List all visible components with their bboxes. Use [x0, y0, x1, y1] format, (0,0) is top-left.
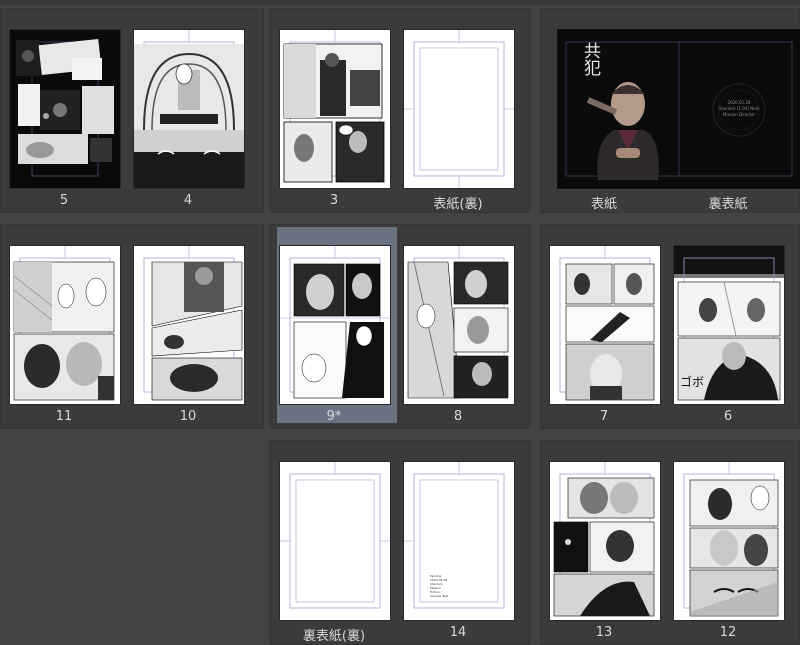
page-thumbnail-back-cover-inside[interactable] — [279, 461, 391, 621]
cover-title: 共犯 — [580, 42, 600, 76]
page-thumbnail-9[interactable] — [279, 245, 391, 405]
page-label: 裏表紙(裏) — [302, 629, 366, 644]
page-thumbnail-6[interactable]: ゴボ — [673, 245, 785, 405]
page-label: 11 — [55, 409, 73, 424]
spread-cover[interactable]: 共犯 2020.02.28 Sherlock (1.00) Nem Missio… — [540, 8, 800, 213]
colophon: Fanzine 2020.02.28 Sherlock Mission Fict… — [430, 574, 449, 598]
page-label: 14 — [449, 625, 467, 640]
page-thumbnail-8[interactable] — [403, 245, 515, 405]
spread-13-12[interactable]: 13 12 — [540, 440, 800, 645]
page-thumbnail-12[interactable] — [673, 461, 785, 621]
page-label: 4 — [183, 193, 193, 208]
page-thumbnail-3[interactable] — [279, 29, 391, 189]
page-thumbnail-7[interactable] — [549, 245, 661, 405]
page-label: 6 — [723, 409, 733, 424]
page-thumbnail-11[interactable] — [9, 245, 121, 405]
page-label: 表紙 — [590, 197, 617, 212]
page-thumbnail-5[interactable] — [9, 29, 121, 189]
page-label: 9* — [326, 409, 342, 424]
page-thumbnail-14[interactable]: Fanzine 2020.02.28 Sherlock Mission Fict… — [403, 461, 515, 621]
spread-5-4[interactable]: 5 4 — [0, 8, 264, 213]
page-label: 13 — [595, 625, 613, 640]
spread-3-cover-inside[interactable]: 3 表紙(裏) — [270, 8, 530, 213]
spread-11-10[interactable]: 11 10 — [0, 224, 264, 429]
sfx-glyph: ゴボ — [680, 374, 704, 389]
page-label: 表紙(裏) — [433, 197, 483, 212]
back-cover-text: 2020.02.28 Sherlock (1.00) Nem Mission D… — [718, 100, 760, 117]
page-label: 10 — [179, 409, 197, 424]
page-thumbnail-10[interactable] — [133, 245, 245, 405]
spread-9-8[interactable]: 9* 8 — [270, 224, 530, 429]
page-label: 裏表紙 — [708, 197, 748, 212]
page-thumbnail-cover[interactable]: 共犯 2020.02.28 Sherlock (1.00) Nem Missio… — [557, 29, 800, 189]
page-label: 12 — [719, 625, 737, 640]
page-label: 7 — [599, 409, 609, 424]
page-label: 3 — [329, 193, 339, 208]
page-thumbnail-13[interactable] — [549, 461, 661, 621]
page-thumbnail-4[interactable] — [133, 29, 245, 189]
top-bar — [0, 0, 800, 6]
page-thumbnail-cover-inside[interactable] — [403, 29, 515, 189]
spread-7-6[interactable]: ゴボ 7 6 — [540, 224, 800, 429]
page-label: 8 — [453, 409, 463, 424]
spread-back-cover-inside-14[interactable]: Fanzine 2020.02.28 Sherlock Mission Fict… — [270, 440, 530, 645]
page-label: 5 — [59, 193, 69, 208]
